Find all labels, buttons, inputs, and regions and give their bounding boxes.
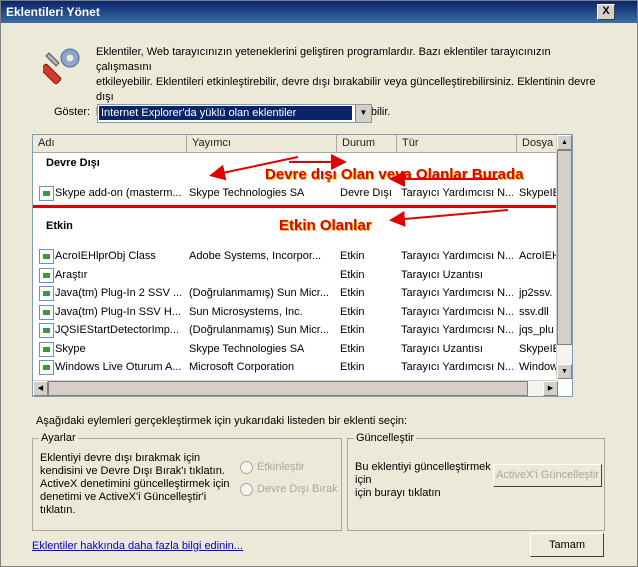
scroll-up-button[interactable]: ▲ bbox=[557, 135, 572, 150]
description-line: Eklentiler, Web tarayıcınızın yetenekler… bbox=[96, 46, 551, 73]
addon-file: Window bbox=[519, 361, 558, 373]
settings-help-line: ActiveX denetimini güncelleştirmek için bbox=[40, 478, 230, 490]
addon-icon bbox=[39, 341, 54, 357]
show-label: Göster: bbox=[54, 106, 91, 118]
enable-radio-label: Etkinleştir bbox=[257, 461, 305, 473]
table-row[interactable]: Windows Live Oturum A... Microsoft Corpor… bbox=[33, 358, 558, 376]
addon-icon bbox=[39, 304, 54, 320]
addon-status: Etkin bbox=[340, 324, 365, 336]
addon-publisher: Skype Technologies SA bbox=[189, 342, 305, 355]
addon-name: Skype bbox=[55, 342, 86, 355]
addon-name: Windows Live Oturum A... bbox=[55, 361, 182, 373]
settings-legend: Ayarlar bbox=[39, 432, 78, 444]
more-info-link[interactable]: Eklentiler hakkında daha fazla bilgi edi… bbox=[32, 540, 243, 552]
addon-publisher: Microsoft Corporation bbox=[189, 361, 295, 373]
enable-radio[interactable] bbox=[240, 461, 253, 474]
settings-help-line: denetimi ve ActiveX'i Güncelleştir'i bbox=[40, 491, 207, 503]
settings-help-text: Eklentiyi devre dışı bırakmak için kendi… bbox=[40, 452, 240, 517]
update-help-text: Bu eklentiyi güncelleştirmek için için b… bbox=[355, 461, 495, 500]
settings-help-line: kendisini ve Devre Dışı Bırak'ı tıklatın… bbox=[40, 465, 225, 477]
scroll-left-button[interactable]: ◀ bbox=[33, 381, 48, 396]
disable-radio-label: Devre Dışı Bırak bbox=[257, 483, 338, 495]
horizontal-scrollbar[interactable]: ◀ ▶ bbox=[33, 380, 558, 396]
scroll-thumb-horizontal[interactable] bbox=[48, 381, 528, 396]
close-window-button[interactable]: X bbox=[597, 4, 615, 20]
annotation-arrow bbox=[389, 209, 509, 227]
addon-type: Tarayıcı Yardımcısı N... bbox=[401, 287, 513, 299]
show-dropdown-value: Internet Explorer'da yüklü olan eklentil… bbox=[99, 106, 352, 120]
settings-help-line: tıklatın. bbox=[40, 504, 76, 516]
addon-publisher: (Doğrulanmamış) Sun Micr... bbox=[189, 324, 329, 336]
update-legend: Güncelleştir bbox=[354, 432, 417, 444]
addon-name: Java(tm) Plug-In SSV H... bbox=[55, 305, 181, 318]
action-prompt: Aşağıdaki eylemleri gerçekleştirmek için… bbox=[36, 415, 408, 427]
close-button[interactable]: Tamam bbox=[530, 533, 604, 557]
scroll-thumb[interactable] bbox=[557, 150, 572, 345]
table-row[interactable]: Java(tm) Plug-In SSV H... Sun Microsystem… bbox=[33, 303, 558, 321]
addon-status: Etkin bbox=[340, 361, 365, 373]
addon-icon bbox=[39, 323, 54, 338]
update-group: Güncelleştir Bu eklentiyi güncelleştirme… bbox=[347, 432, 605, 531]
addons-list[interactable]: Adı Yayımcı Durum Tür Dosya Devre Dışı S… bbox=[32, 134, 573, 397]
addon-type: Tarayıcı Yardımcısı N... bbox=[401, 305, 513, 318]
addon-status: Etkin bbox=[340, 287, 365, 299]
addon-name: Araştır bbox=[55, 268, 88, 281]
tools-wrench-gear-icon bbox=[43, 48, 80, 85]
annotation-arrow bbox=[209, 156, 299, 181]
addon-status: Etkin bbox=[340, 268, 365, 281]
addon-file: jqs_plu bbox=[519, 324, 554, 336]
addon-publisher: (Doğrulanmamış) Sun Micr... bbox=[189, 287, 329, 299]
addon-icon bbox=[39, 360, 54, 375]
addon-icon bbox=[39, 267, 54, 283]
manage-addons-window: Eklentileri Yönet X Eklentiler, Web tara… bbox=[0, 0, 638, 567]
table-row[interactable]: JQSIEStartDetectorImp... (Doğrulanmamış) … bbox=[33, 321, 558, 339]
show-dropdown[interactable]: Internet Explorer'da yüklü olan eklentil… bbox=[97, 104, 372, 123]
scroll-right-button[interactable]: ▶ bbox=[543, 381, 558, 396]
addon-type: Tarayıcı Uzantısı bbox=[401, 268, 483, 281]
description-line: etkileyebilir. Eklentileri etkinleştireb… bbox=[96, 76, 596, 103]
scroll-down-button[interactable]: ▼ bbox=[557, 364, 572, 379]
addon-status: Etkin bbox=[340, 305, 365, 318]
addon-name: JQSIEStartDetectorImp... bbox=[55, 324, 180, 336]
update-help-line: için burayı tıklatın bbox=[355, 487, 441, 499]
update-help-line: Bu eklentiyi güncelleştirmek için bbox=[355, 461, 491, 486]
table-row[interactable]: Araştır Etkin Tarayıcı Uzantısı bbox=[33, 266, 558, 284]
disable-radio[interactable] bbox=[240, 483, 253, 496]
settings-help-line: Eklentiyi devre dışı bırakmak için bbox=[40, 452, 201, 464]
settings-group: Ayarlar Eklentiyi devre dışı bırakmak iç… bbox=[32, 432, 342, 531]
addon-type: Tarayıcı Yardımcısı N... bbox=[401, 324, 513, 336]
chevron-down-icon[interactable]: ▼ bbox=[355, 105, 371, 122]
addon-icon bbox=[39, 286, 54, 301]
addon-status: Etkin bbox=[340, 342, 365, 355]
window-title: Eklentileri Yönet bbox=[6, 5, 100, 19]
vertical-scrollbar[interactable]: ▲ ▼ bbox=[556, 135, 572, 379]
addon-file: jp2ssv. bbox=[519, 287, 553, 299]
addon-type: Tarayıcı Uzantısı bbox=[401, 342, 483, 355]
table-row[interactable]: Skype Skype Technologies SA Etkin Tarayıcı … bbox=[33, 340, 558, 358]
addon-name: Java(tm) Plug-In 2 SSV ... bbox=[55, 287, 183, 299]
addon-file: ssv.dll bbox=[519, 305, 549, 318]
annotation-arrows bbox=[209, 154, 509, 227]
addon-type: Tarayıcı Yardımcısı N... bbox=[401, 361, 513, 373]
addon-file: SkypeIE bbox=[519, 342, 558, 355]
addon-publisher: Sun Microsystems, Inc. bbox=[189, 305, 303, 318]
title-bar: Eklentileri Yönet X bbox=[1, 1, 637, 23]
table-row[interactable]: Java(tm) Plug-In 2 SSV ... (Doğrulanmamış… bbox=[33, 284, 558, 302]
update-activex-button[interactable]: ActiveX'i Güncelleştir bbox=[493, 464, 602, 487]
